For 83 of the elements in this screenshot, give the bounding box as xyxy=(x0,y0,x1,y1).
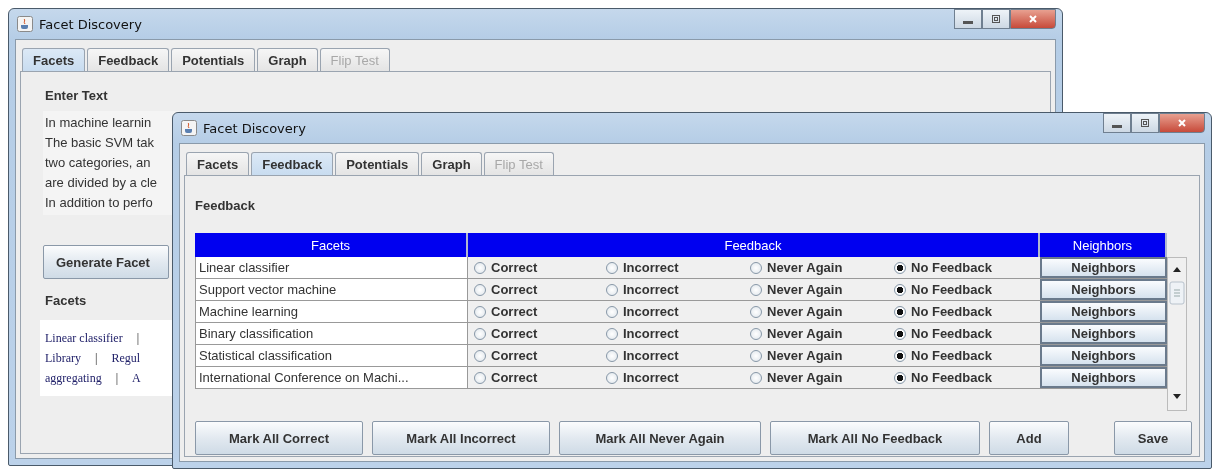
separator: | xyxy=(95,350,98,367)
maximize-icon xyxy=(990,13,1002,25)
neighbors-button[interactable]: Neighbors xyxy=(1040,367,1167,388)
action-button[interactable]: Mark All Incorrect xyxy=(372,421,550,455)
minimize-button[interactable] xyxy=(1103,113,1131,133)
table-cell: Binary classification xyxy=(195,323,468,344)
section-label: Feedback xyxy=(195,198,256,213)
scrollbar[interactable] xyxy=(1167,257,1187,411)
radio-option[interactable]: Correct xyxy=(474,326,606,341)
radio-option[interactable]: Never Again xyxy=(750,260,894,275)
neighbors-button[interactable]: Neighbors xyxy=(1040,323,1167,344)
column-header: Feedback xyxy=(468,233,1040,257)
radio-option[interactable]: Incorrect xyxy=(606,326,750,341)
radio-option[interactable]: Incorrect xyxy=(606,260,750,275)
section-label: Facets xyxy=(45,293,88,308)
action-button[interactable]: Save xyxy=(1114,421,1192,455)
minimize-button[interactable] xyxy=(954,9,982,29)
radio-option[interactable]: Correct xyxy=(474,348,606,363)
section-label: Enter Text xyxy=(45,88,109,103)
neighbors-button[interactable]: Neighbors xyxy=(1040,257,1167,278)
action-button[interactable]: Add xyxy=(989,421,1069,455)
close-button[interactable] xyxy=(1010,9,1056,29)
separator: | xyxy=(115,370,119,387)
window-title: Facet Discovery xyxy=(39,16,142,32)
radio-option[interactable]: No Feedback xyxy=(894,326,1040,341)
cup-icon xyxy=(17,16,33,32)
column-header: Facets xyxy=(195,233,468,257)
window-title: Facet Discovery xyxy=(203,120,306,136)
table-cell: Linear classifier xyxy=(195,257,468,278)
column-header: Neighbors xyxy=(1040,233,1167,257)
maximize-button[interactable] xyxy=(1131,113,1159,133)
tab[interactable]: Facets xyxy=(186,152,250,175)
radio-option[interactable]: No Feedback xyxy=(894,304,1040,319)
radio-option[interactable]: Never Again xyxy=(750,282,894,297)
radio-option[interactable]: Correct xyxy=(474,304,606,319)
maximize-icon xyxy=(1139,117,1151,129)
action-button[interactable]: Mark All Correct xyxy=(195,421,363,455)
radio-option[interactable]: Never Again xyxy=(750,370,894,385)
table-cell: Support vector machine xyxy=(195,279,468,300)
tab[interactable]: Potentials xyxy=(335,152,420,175)
close-button[interactable] xyxy=(1159,113,1205,133)
radio-option[interactable]: Correct xyxy=(474,370,606,385)
neighbors-button[interactable]: Neighbors xyxy=(1040,345,1167,366)
neighbors-button[interactable]: Neighbors xyxy=(1040,301,1167,322)
text-area[interactable]: In machine learnin The basic SVM tak two categories, an are divided by a cle In addition to perfo xyxy=(43,111,179,215)
tab[interactable]: Facets xyxy=(22,48,86,71)
radio-option[interactable]: Never Again xyxy=(750,304,894,319)
minimize-icon xyxy=(963,20,973,24)
facet-link[interactable]: Library xyxy=(45,348,81,368)
cup-icon xyxy=(181,120,197,136)
close-icon xyxy=(1027,13,1039,25)
facet-link[interactable]: aggregating xyxy=(45,368,102,388)
table-cell: International Conference on Machi... xyxy=(195,367,468,388)
tab[interactable]: Feedback xyxy=(251,152,334,175)
action-button[interactable]: Mark All Never Again xyxy=(559,421,761,455)
action-button[interactable]: Mark All No Feedback xyxy=(770,421,980,455)
maximize-button[interactable] xyxy=(982,9,1010,29)
table-cell: Machine learning xyxy=(195,301,468,322)
neighbors-button[interactable]: Neighbors xyxy=(1040,279,1167,300)
radio-option[interactable]: No Feedback xyxy=(894,260,1040,275)
radio-option[interactable]: Correct xyxy=(474,260,606,275)
minimize-icon xyxy=(1112,124,1122,128)
tab[interactable]: Graph xyxy=(421,152,482,175)
radio-option[interactable]: No Feedback xyxy=(894,348,1040,363)
radio-option[interactable]: Incorrect xyxy=(606,304,750,319)
facet-link[interactable]: Regul xyxy=(111,348,141,368)
radio-option[interactable]: Incorrect xyxy=(606,348,750,363)
radio-option[interactable]: No Feedback xyxy=(894,282,1040,297)
radio-option[interactable]: Incorrect xyxy=(606,370,750,385)
tab[interactable]: Potentials xyxy=(171,48,256,71)
radio-option[interactable]: Correct xyxy=(474,282,606,297)
radio-option[interactable]: No Feedback xyxy=(894,370,1040,385)
tab[interactable]: Graph xyxy=(257,48,318,71)
table-cell: Statistical classification xyxy=(195,345,468,366)
radio-option[interactable]: Never Again xyxy=(750,348,894,363)
generate-button[interactable]: Generate Facet xyxy=(43,245,169,279)
close-icon xyxy=(1176,117,1188,129)
tab[interactable]: Feedback xyxy=(87,48,170,71)
radio-option[interactable]: Incorrect xyxy=(606,282,750,297)
radio-option[interactable]: Never Again xyxy=(750,326,894,341)
facet-link[interactable]: A xyxy=(132,368,141,388)
facet-link[interactable]: Linear classifier xyxy=(45,328,123,348)
separator: | xyxy=(136,330,140,347)
